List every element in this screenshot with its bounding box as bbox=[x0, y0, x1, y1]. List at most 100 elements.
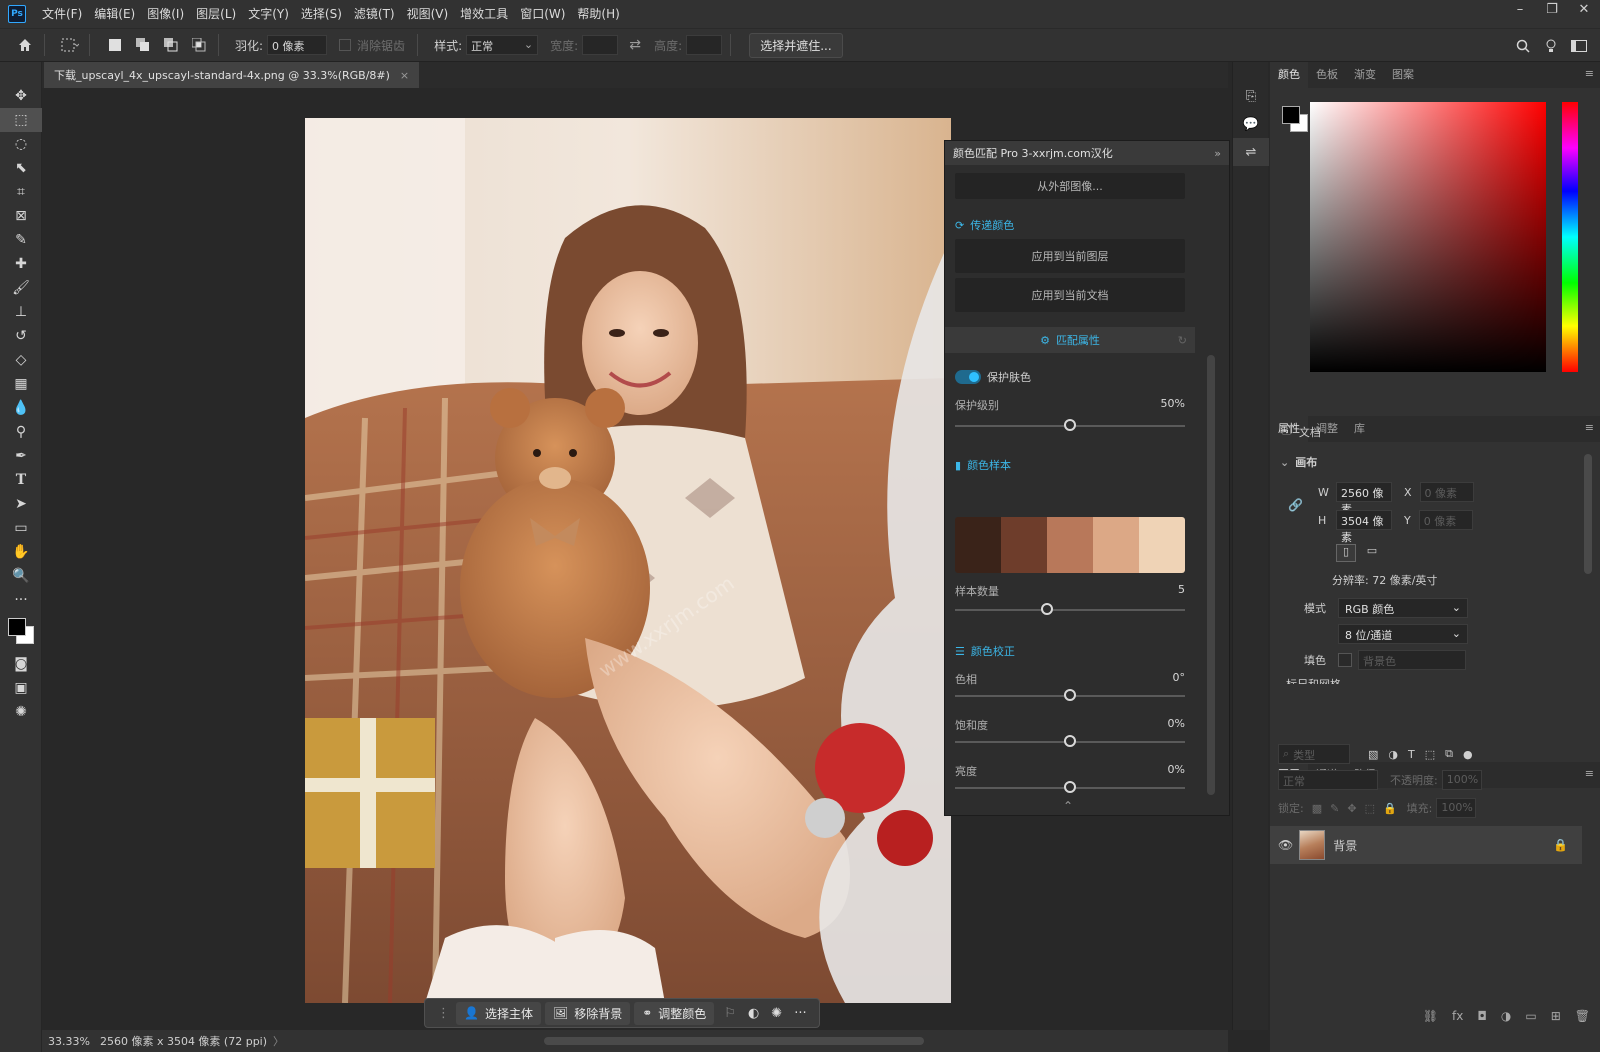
landscape-icon[interactable]: ▭ bbox=[1362, 544, 1382, 562]
blur-tool-icon[interactable]: 💧 bbox=[0, 396, 42, 420]
collapse-icon[interactable]: ⌃ bbox=[1063, 799, 1073, 813]
color-sample-1[interactable] bbox=[955, 517, 1001, 573]
horizontal-scrollbar[interactable] bbox=[544, 1037, 925, 1045]
flag-icon[interactable]: ⚐ bbox=[724, 1006, 736, 1021]
link-icon[interactable]: 🔗 bbox=[1288, 498, 1303, 512]
apply-to-layer-button[interactable]: 应用到当前图层 bbox=[955, 239, 1185, 273]
visibility-eye-icon[interactable]: 👁 bbox=[1278, 838, 1293, 852]
saturation-slider[interactable] bbox=[1064, 735, 1076, 747]
match-properties-header[interactable]: ⚙ 匹配属性 ↻ bbox=[945, 327, 1195, 353]
move-tool-icon[interactable]: ✥ bbox=[0, 84, 42, 108]
plugin-header[interactable]: 颜色匹配 Pro 3-xxrjm.com汉化 » bbox=[945, 141, 1229, 165]
color-picker-field[interactable] bbox=[1310, 102, 1546, 372]
mode-select[interactable]: RGB 颜色 ⌄ bbox=[1338, 598, 1468, 618]
tab-patterns[interactable]: 图案 bbox=[1384, 62, 1422, 88]
select-and-mask-button[interactable]: 选择并遮住... bbox=[749, 32, 843, 58]
intersect-selection-icon[interactable] bbox=[188, 34, 210, 56]
fill-color-swatch[interactable] bbox=[1338, 653, 1352, 667]
canvas-section-header[interactable]: ⌄ 画布 bbox=[1280, 454, 1317, 470]
subtract-selection-icon[interactable] bbox=[160, 34, 182, 56]
menu-view[interactable]: 视图(V) bbox=[401, 0, 455, 28]
menu-plugins[interactable]: 增效工具 bbox=[454, 0, 514, 28]
sample-count-track[interactable] bbox=[955, 609, 1185, 611]
hand-tool-icon[interactable]: ✋ bbox=[0, 540, 42, 564]
opacity-input[interactable]: 100% bbox=[1441, 770, 1482, 790]
history-panel-icon[interactable]: ⎘ bbox=[1233, 82, 1269, 110]
marquee-preset-icon[interactable] bbox=[59, 34, 81, 56]
hue-slider[interactable] bbox=[1064, 689, 1076, 701]
color-sample-4[interactable] bbox=[1093, 517, 1139, 573]
comments-panel-icon[interactable]: 💬 bbox=[1233, 110, 1269, 138]
search-icon[interactable] bbox=[1512, 35, 1534, 57]
layer-row-background[interactable]: 👁 背景 🔒 bbox=[1270, 826, 1582, 864]
more-tools-icon[interactable]: ··· bbox=[0, 588, 42, 612]
menu-edit[interactable]: 编辑(E) bbox=[88, 0, 141, 28]
tab-color[interactable]: 颜色 bbox=[1270, 62, 1308, 88]
marquee-tool-icon[interactable]: ⬚ bbox=[0, 108, 42, 132]
status-expand-icon[interactable]: 〉 bbox=[273, 1033, 284, 1049]
more-options-icon[interactable]: ··· bbox=[794, 1006, 806, 1021]
filter-toggle-icon[interactable]: ● bbox=[1463, 748, 1473, 761]
canvas-width-input[interactable]: 2560 像素 bbox=[1336, 482, 1392, 516]
layer-lock-icon[interactable]: 🔒 bbox=[1553, 838, 1568, 852]
color-panel-foreground-swatch[interactable] bbox=[1282, 106, 1300, 124]
select-subject-button[interactable]: 👤 选择主体 bbox=[456, 1001, 541, 1025]
workspace-icon[interactable] bbox=[1568, 35, 1590, 57]
document-tab[interactable]: 下载_upscayl_4x_upscayl-standard-4x.png @ … bbox=[44, 62, 420, 88]
brush-tool-icon[interactable]: 🖌 bbox=[0, 276, 42, 300]
layer-filter-select[interactable]: ⌕ 类型 bbox=[1278, 744, 1350, 764]
sample-count-slider[interactable] bbox=[1041, 603, 1053, 615]
menu-help[interactable]: 帮助(H) bbox=[571, 0, 625, 28]
lock-all-icon[interactable]: 🔒 bbox=[1383, 802, 1397, 815]
home-icon[interactable] bbox=[14, 34, 36, 56]
lock-transparent-icon[interactable]: ▩ bbox=[1312, 802, 1322, 815]
bit-depth-select[interactable]: 8 位/通道 ⌄ bbox=[1338, 624, 1468, 644]
protect-skin-toggle[interactable] bbox=[955, 370, 981, 384]
healing-brush-tool-icon[interactable]: ✚ bbox=[0, 252, 42, 276]
canvas-height-input[interactable]: 3504 像素 bbox=[1336, 510, 1392, 544]
tab-swatches[interactable]: 色板 bbox=[1308, 62, 1346, 88]
close-window-button[interactable]: ✕ bbox=[1568, 0, 1600, 22]
plugin-panel-icon[interactable]: ⇌ bbox=[1233, 138, 1269, 166]
menu-file[interactable]: 文件(F) bbox=[36, 0, 88, 28]
tab-gradients[interactable]: 渐变 bbox=[1346, 62, 1384, 88]
height-input[interactable] bbox=[686, 35, 723, 55]
smart-object-filter-icon[interactable]: ⧉ bbox=[1445, 747, 1453, 761]
hue-spectrum-bar[interactable] bbox=[1562, 102, 1578, 372]
properties-menu-icon[interactable]: ≡ bbox=[1585, 421, 1594, 434]
color-swatches-strip[interactable] bbox=[955, 517, 1185, 573]
rectangle-tool-icon[interactable]: ▭ bbox=[0, 516, 42, 540]
blend-mode-select[interactable]: 正常 bbox=[1278, 770, 1378, 790]
close-tab-icon[interactable]: × bbox=[400, 69, 409, 82]
lock-position-icon[interactable]: ✥ bbox=[1347, 802, 1356, 815]
type-tool-icon[interactable]: T bbox=[0, 468, 42, 492]
add-mask-icon[interactable]: ◘ bbox=[1477, 1009, 1487, 1023]
fill-opacity-input[interactable]: 100% bbox=[1436, 798, 1477, 818]
generative-icon[interactable]: ✺ bbox=[0, 700, 42, 724]
path-select-tool-icon[interactable]: ➤ bbox=[0, 492, 42, 516]
restore-button[interactable]: ❐ bbox=[1536, 0, 1568, 22]
add-selection-icon[interactable] bbox=[132, 34, 154, 56]
history-brush-tool-icon[interactable]: ↺ bbox=[0, 324, 42, 348]
color-sample-3[interactable] bbox=[1047, 517, 1093, 573]
lasso-tool-icon[interactable]: ◌ bbox=[0, 132, 42, 156]
lightbulb-icon[interactable] bbox=[1540, 35, 1562, 57]
zoom-level[interactable]: 33.33% bbox=[48, 1035, 90, 1048]
protect-level-slider[interactable] bbox=[1064, 419, 1076, 431]
color-sample-5[interactable] bbox=[1139, 517, 1185, 573]
canvas-y-input[interactable]: 0 像素 bbox=[1418, 510, 1473, 530]
fill-select[interactable]: 背景色 bbox=[1358, 650, 1466, 670]
new-group-icon[interactable]: ▭ bbox=[1525, 1009, 1536, 1023]
pixel-filter-icon[interactable]: ▧ bbox=[1368, 748, 1378, 761]
link-layers-icon[interactable]: ⛓ bbox=[1423, 1009, 1438, 1023]
adjustment-layer-icon[interactable]: ◑ bbox=[1501, 1009, 1511, 1023]
menu-window[interactable]: 窗口(W) bbox=[514, 0, 571, 28]
new-layer-icon[interactable]: ⊞ bbox=[1551, 1009, 1561, 1023]
layers-menu-icon[interactable]: ≡ bbox=[1585, 767, 1594, 780]
new-selection-icon[interactable] bbox=[104, 34, 126, 56]
eyedropper-tool-icon[interactable]: ✎ bbox=[0, 228, 42, 252]
style-select[interactable]: 正常 ⌄ bbox=[466, 35, 539, 55]
remove-background-button[interactable]: 🖼 移除背景 bbox=[544, 1001, 631, 1025]
antialias-checkbox[interactable] bbox=[339, 39, 352, 51]
shape-filter-icon[interactable]: ⬚ bbox=[1425, 748, 1435, 761]
